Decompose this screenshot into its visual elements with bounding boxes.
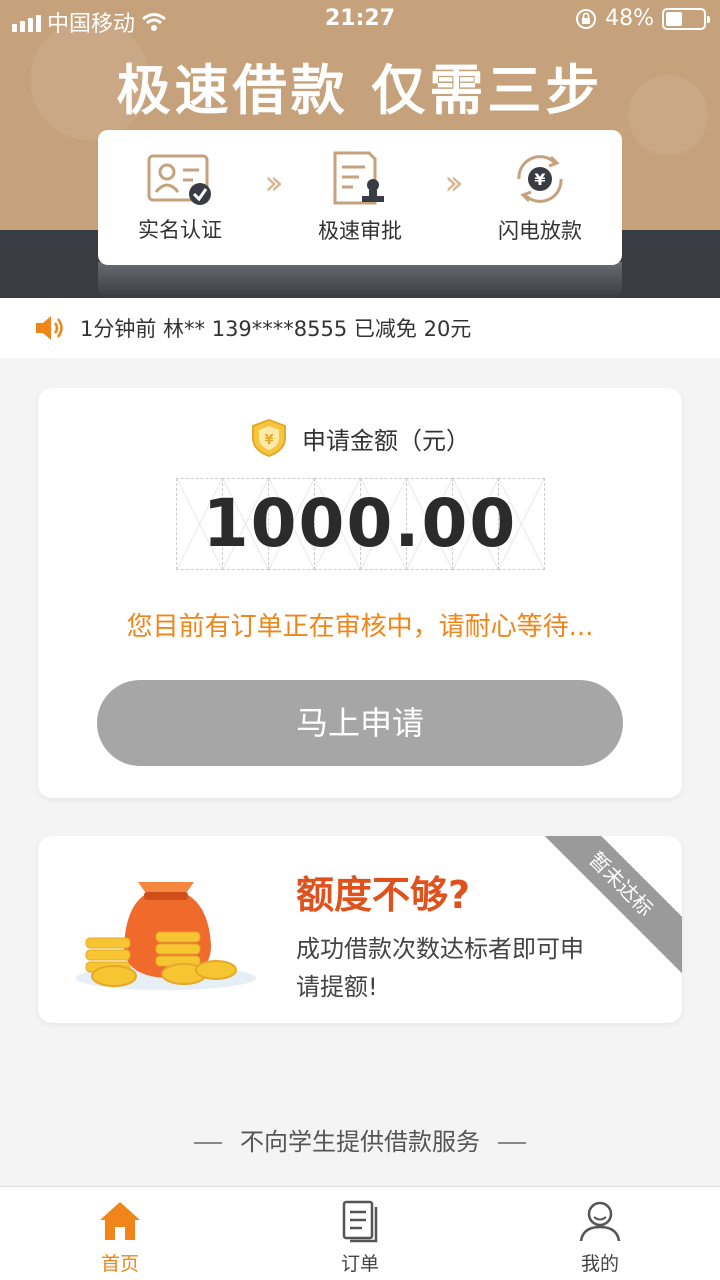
shield-yen-icon: ¥ bbox=[252, 418, 286, 458]
chevron-double-right-icon: ›› bbox=[444, 162, 463, 203]
speaker-icon bbox=[36, 316, 63, 340]
tab-bar: 首页 订单 我的 bbox=[0, 1186, 720, 1280]
limit-title: 额度不够? bbox=[296, 873, 471, 917]
tab-profile[interactable]: 我的 bbox=[480, 1187, 720, 1280]
tab-label: 首页 bbox=[100, 1253, 139, 1275]
step-payout: ¥ 闪电放款 bbox=[498, 151, 582, 245]
steps-card-shadow bbox=[98, 262, 622, 298]
step-label: 闪电放款 bbox=[497, 218, 582, 243]
hero-title: 极速借款 仅需三步 bbox=[116, 59, 604, 122]
notice-text: 1分钟前 林** 139****8555 已减免 20元 bbox=[80, 317, 472, 341]
steps-card: 实名认证 ›› 极速审批 ›› ¥ 闪电放款 bbox=[98, 130, 622, 265]
tab-home[interactable]: 首页 bbox=[0, 1187, 240, 1280]
id-card-check-icon bbox=[147, 154, 211, 205]
footer-note-text: 不向学生提供借款服务 bbox=[240, 1128, 480, 1156]
step-label: 实名认证 bbox=[138, 217, 222, 242]
tab-label: 订单 bbox=[340, 1253, 379, 1275]
home-icon bbox=[100, 1202, 140, 1240]
tab-label: 我的 bbox=[580, 1253, 619, 1275]
battery-percent: 48% bbox=[605, 6, 654, 31]
svg-text:¥: ¥ bbox=[534, 170, 545, 189]
step-approval: 极速审批 bbox=[318, 151, 402, 245]
status-bar: 中国移动 21:27 48% bbox=[0, 0, 720, 40]
notice-bar: 1分钟前 林** 139****8555 已减免 20元 bbox=[0, 298, 720, 358]
order-list-icon bbox=[342, 1200, 378, 1243]
yen-refresh-icon: ¥ bbox=[517, 154, 563, 203]
tab-orders[interactable]: 订单 bbox=[240, 1187, 480, 1280]
money-bag-icon bbox=[76, 882, 256, 990]
profile-icon bbox=[579, 1201, 621, 1242]
apply-now-button[interactable]: 马上申请 bbox=[97, 680, 623, 766]
loan-amount: 1000.00 bbox=[202, 485, 518, 562]
apply-heading: ¥ 申请金额（元） bbox=[0, 418, 720, 458]
footer-note: 不向学生提供借款服务 bbox=[0, 1122, 720, 1157]
step-real-name: 实名认证 bbox=[138, 152, 222, 244]
orientation-lock-icon bbox=[576, 8, 597, 29]
apply-heading-label: 申请金额（元） bbox=[302, 426, 470, 455]
battery-icon bbox=[662, 7, 710, 30]
limit-card[interactable]: 额度不够? 成功借款次数达标者即可申请提额! 暂未达标 bbox=[38, 836, 682, 1023]
chevron-double-right-icon: ›› bbox=[264, 162, 283, 203]
step-label: 极速审批 bbox=[317, 218, 402, 243]
review-status-message: 您目前有订单正在审核中，请耐心等待... bbox=[126, 612, 594, 642]
approval-document-icon bbox=[333, 151, 384, 204]
svg-text:¥: ¥ bbox=[264, 433, 273, 448]
limit-description: 成功借款次数达标者即可申请提额! bbox=[296, 935, 584, 1001]
